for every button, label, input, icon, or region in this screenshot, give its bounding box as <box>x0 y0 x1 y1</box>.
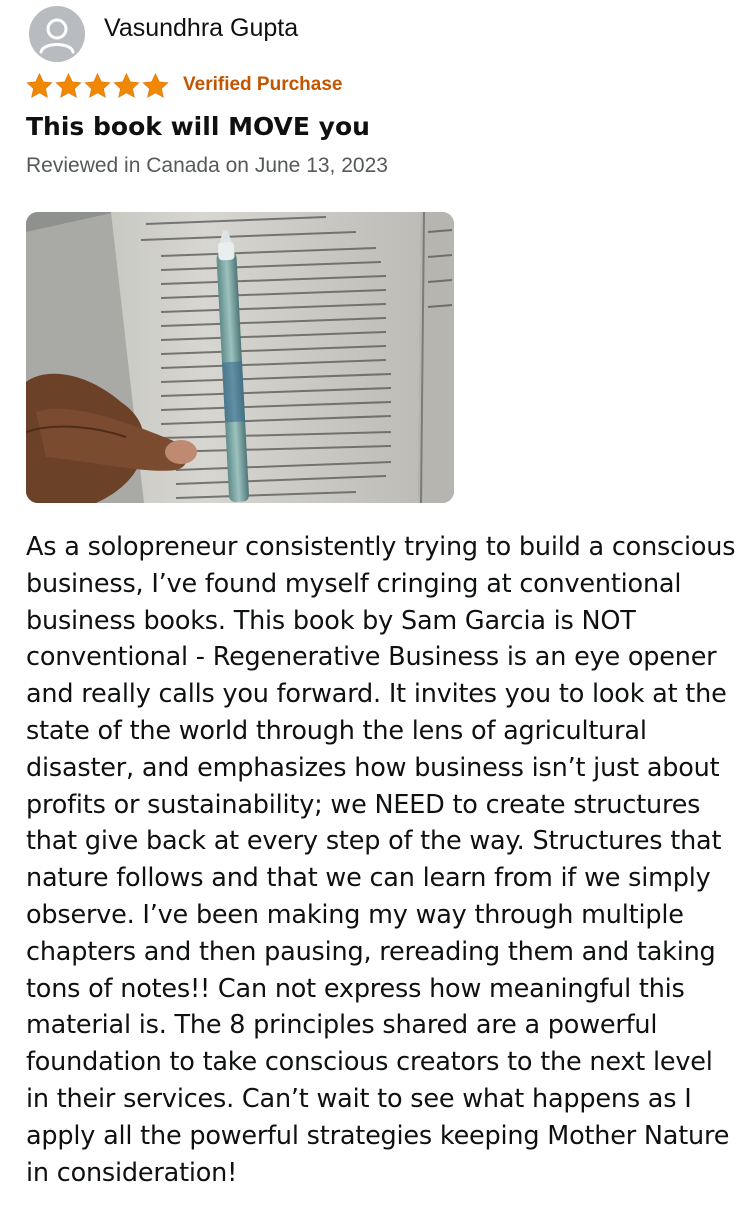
review-body-line: As a solopreneur consistently trying to … <box>26 532 736 562</box>
review-title: This book will MOVE you <box>26 112 370 141</box>
star-icon <box>113 72 140 98</box>
review-body-line: disaster, and emphasizes how business is… <box>26 752 720 783</box>
review-body-line: nature follows and that we can learn fro… <box>26 863 711 894</box>
star-icon <box>142 72 169 98</box>
review-body-line: material is. The 8 principles shared are… <box>26 1010 658 1041</box>
review-body-line: observe. I’ve been making my way through… <box>26 899 684 930</box>
star-rating[interactable] <box>25 71 170 101</box>
review-body-line: in consideration! <box>26 1157 238 1188</box>
review-body-line: foundation to take conscious creators to… <box>26 1047 713 1078</box>
reviewer-name[interactable]: Vasundhra Gupta <box>104 14 298 43</box>
star-icon <box>26 72 53 98</box>
review-body-line: conventional - Regenerative Business is … <box>26 642 717 673</box>
review-body-line: and really calls you forward. It invites… <box>26 679 727 710</box>
review-body-line: apply all the powerful strategies keepin… <box>26 1120 730 1151</box>
review-photo[interactable] <box>26 212 454 503</box>
review-body-line: state of the world through the lens of a… <box>26 715 647 746</box>
review-body-line: business books. This book by Sam Garcia … <box>26 605 636 636</box>
star-icon <box>55 72 82 98</box>
review-body-line: that give back at every step of the way.… <box>26 826 722 857</box>
user-avatar-icon[interactable] <box>29 6 85 62</box>
review-body-line: profits or sustainability; we NEED to cr… <box>26 789 701 820</box>
review-body-line: in their services. Can’t wait to see wha… <box>26 1083 692 1114</box>
review-body-line: business, I’ve found myself cringing at … <box>26 568 682 599</box>
verified-purchase-badge: Verified Purchase <box>183 74 343 95</box>
review-body-line: tons of notes!! Can not express how mean… <box>26 973 685 1004</box>
review-body: As a solopreneur consistently trying to … <box>26 529 736 1191</box>
star-icon <box>84 72 111 98</box>
review-body-line: chapters and then pausing, rereading the… <box>26 936 716 967</box>
review-date: Reviewed in Canada on June 13, 2023 <box>26 154 388 177</box>
